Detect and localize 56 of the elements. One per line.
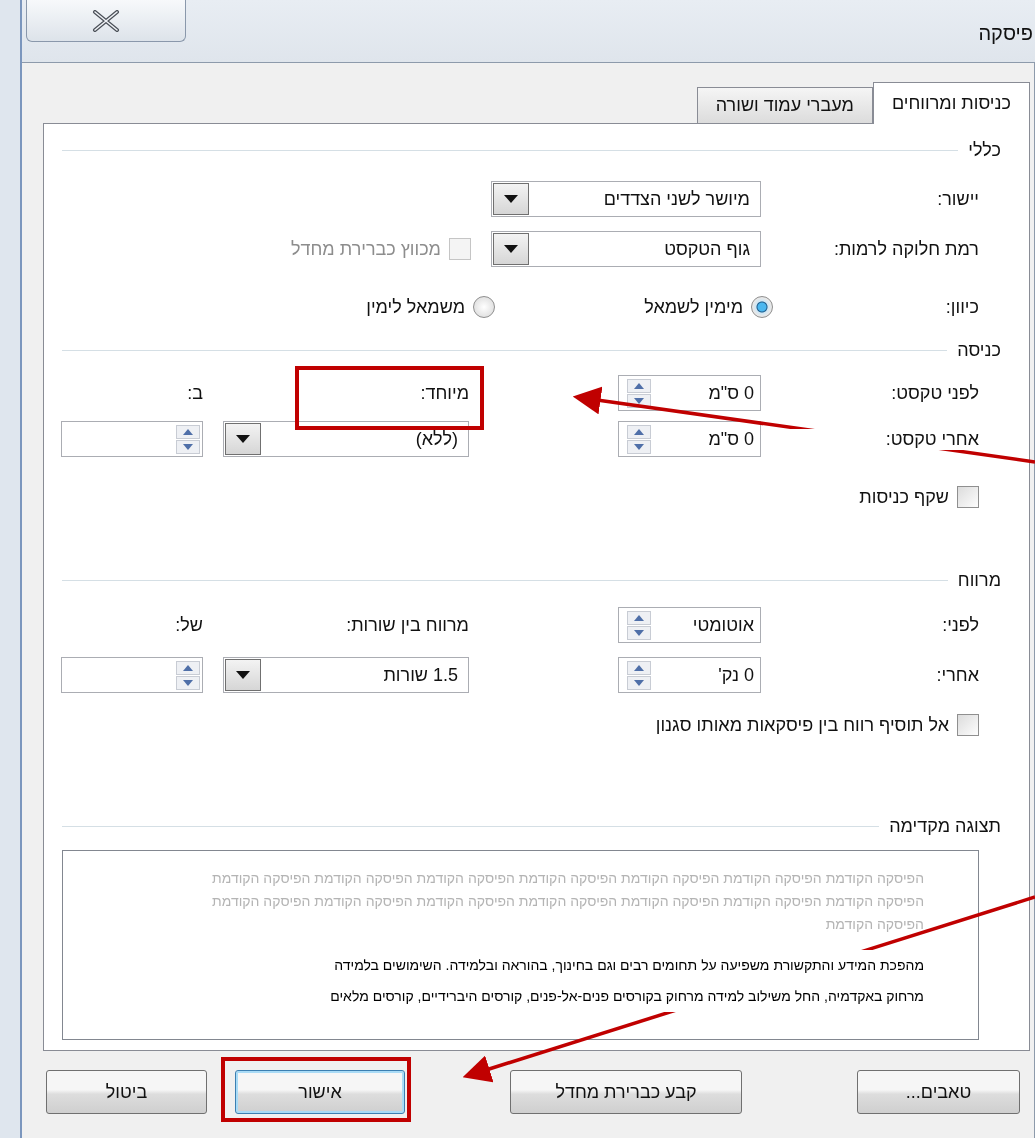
dropdown[interactable]: גוף הטקסט xyxy=(491,231,761,267)
spin-up-icon xyxy=(627,378,651,393)
spin-box[interactable]: 0 ס"מ xyxy=(618,421,761,457)
window-title: פיסקה xyxy=(978,21,1034,45)
caret-icon xyxy=(236,435,250,443)
spin-up-icon xyxy=(176,424,200,439)
section-heading: כללי xyxy=(968,139,1001,161)
tab[interactable]: מעברי עמוד ושורה xyxy=(696,87,873,123)
dropdown[interactable]: 1.5 שורות xyxy=(223,657,469,693)
dropdown[interactable]: (ללא) xyxy=(223,421,469,457)
spin-up-icon xyxy=(627,660,651,675)
dialog-button[interactable]: אישור xyxy=(235,1070,405,1114)
tab[interactable]: כניסות ומרווחים xyxy=(872,82,1030,124)
spin-box[interactable]: 0 נק' xyxy=(618,657,761,693)
spin-down-icon xyxy=(627,625,651,640)
spin-box[interactable] xyxy=(61,657,203,693)
spin-box[interactable] xyxy=(61,421,203,457)
section-heading: כניסה xyxy=(957,339,1001,361)
spin-up-icon xyxy=(627,424,651,439)
dialog-button[interactable]: קבע כברירת מחדל xyxy=(510,1070,742,1114)
field-label: מיוחד: xyxy=(419,382,469,404)
radio-button[interactable] xyxy=(473,296,495,318)
preview-text: הפיסקה הקודמת הפיסקה הקודמת הפיסקה הקודמת הפיסקה הקודמת הפיסקה הקודמת הפיסקה הקודמת הפיסקה הקודמת xyxy=(211,892,924,911)
close-button[interactable] xyxy=(26,0,186,42)
checkbox-label: מכווץ כברירת מחדל xyxy=(291,238,441,260)
caret-icon xyxy=(504,195,518,203)
preview-text: הפיסקה הקודמת xyxy=(824,915,924,934)
spin-down-icon xyxy=(176,439,200,454)
close-icon xyxy=(92,9,120,32)
field-label: מרווח בין שורות: xyxy=(345,614,469,636)
radio-button[interactable] xyxy=(751,296,773,318)
section-heading: תצוגה מקדימה xyxy=(889,815,1001,837)
field-label: ב: xyxy=(186,382,203,404)
checkbox-label: שקף כניסות xyxy=(859,486,949,508)
section-heading: מרווח xyxy=(957,569,1001,591)
spin-down-icon xyxy=(176,675,200,690)
preview-text: מרחוק באקדמיה, החל משילוב למידה מרחוק בקורסים פנים-אל-פנים, קורסים היברידיים, קורסים מלאים xyxy=(330,981,924,1012)
checkbox[interactable] xyxy=(957,486,979,508)
dialog-button[interactable]: טאבים... xyxy=(857,1070,1020,1114)
radio-label: מימין לשמאל xyxy=(644,296,743,318)
caret-icon xyxy=(236,671,250,679)
spin-down-icon xyxy=(627,675,651,690)
field-label: של: xyxy=(174,614,203,636)
spin-box[interactable]: 0 ס"מ xyxy=(618,375,761,411)
dialog-button[interactable]: ביטול xyxy=(46,1070,207,1114)
preview-text: מהפכת המידע והתקשורת משפיעה על תחומים רבים וגם בחינוך, בהוראה ובלמידה. השימושים בלמידה xyxy=(334,950,924,981)
spin-up-icon xyxy=(627,610,651,625)
spin-box[interactable]: אוטומטי xyxy=(618,607,761,643)
spin-down-icon xyxy=(627,439,651,454)
preview-text: הפיסקה הקודמת הפיסקה הקודמת הפיסקה הקודמת הפיסקה הקודמת הפיסקה הקודמת הפיסקה הקודמת הפיסקה הקודמת xyxy=(211,869,924,888)
checkbox-label: אל תוסיף רווח בין פיסקאות מאותו סגנון xyxy=(655,714,949,736)
dropdown[interactable]: מיושר לשני הצדדים xyxy=(491,181,761,217)
caret-icon xyxy=(504,245,518,253)
radio-label: משמאל לימין xyxy=(366,296,465,318)
spin-up-icon xyxy=(176,660,200,675)
checkbox[interactable] xyxy=(957,714,979,736)
